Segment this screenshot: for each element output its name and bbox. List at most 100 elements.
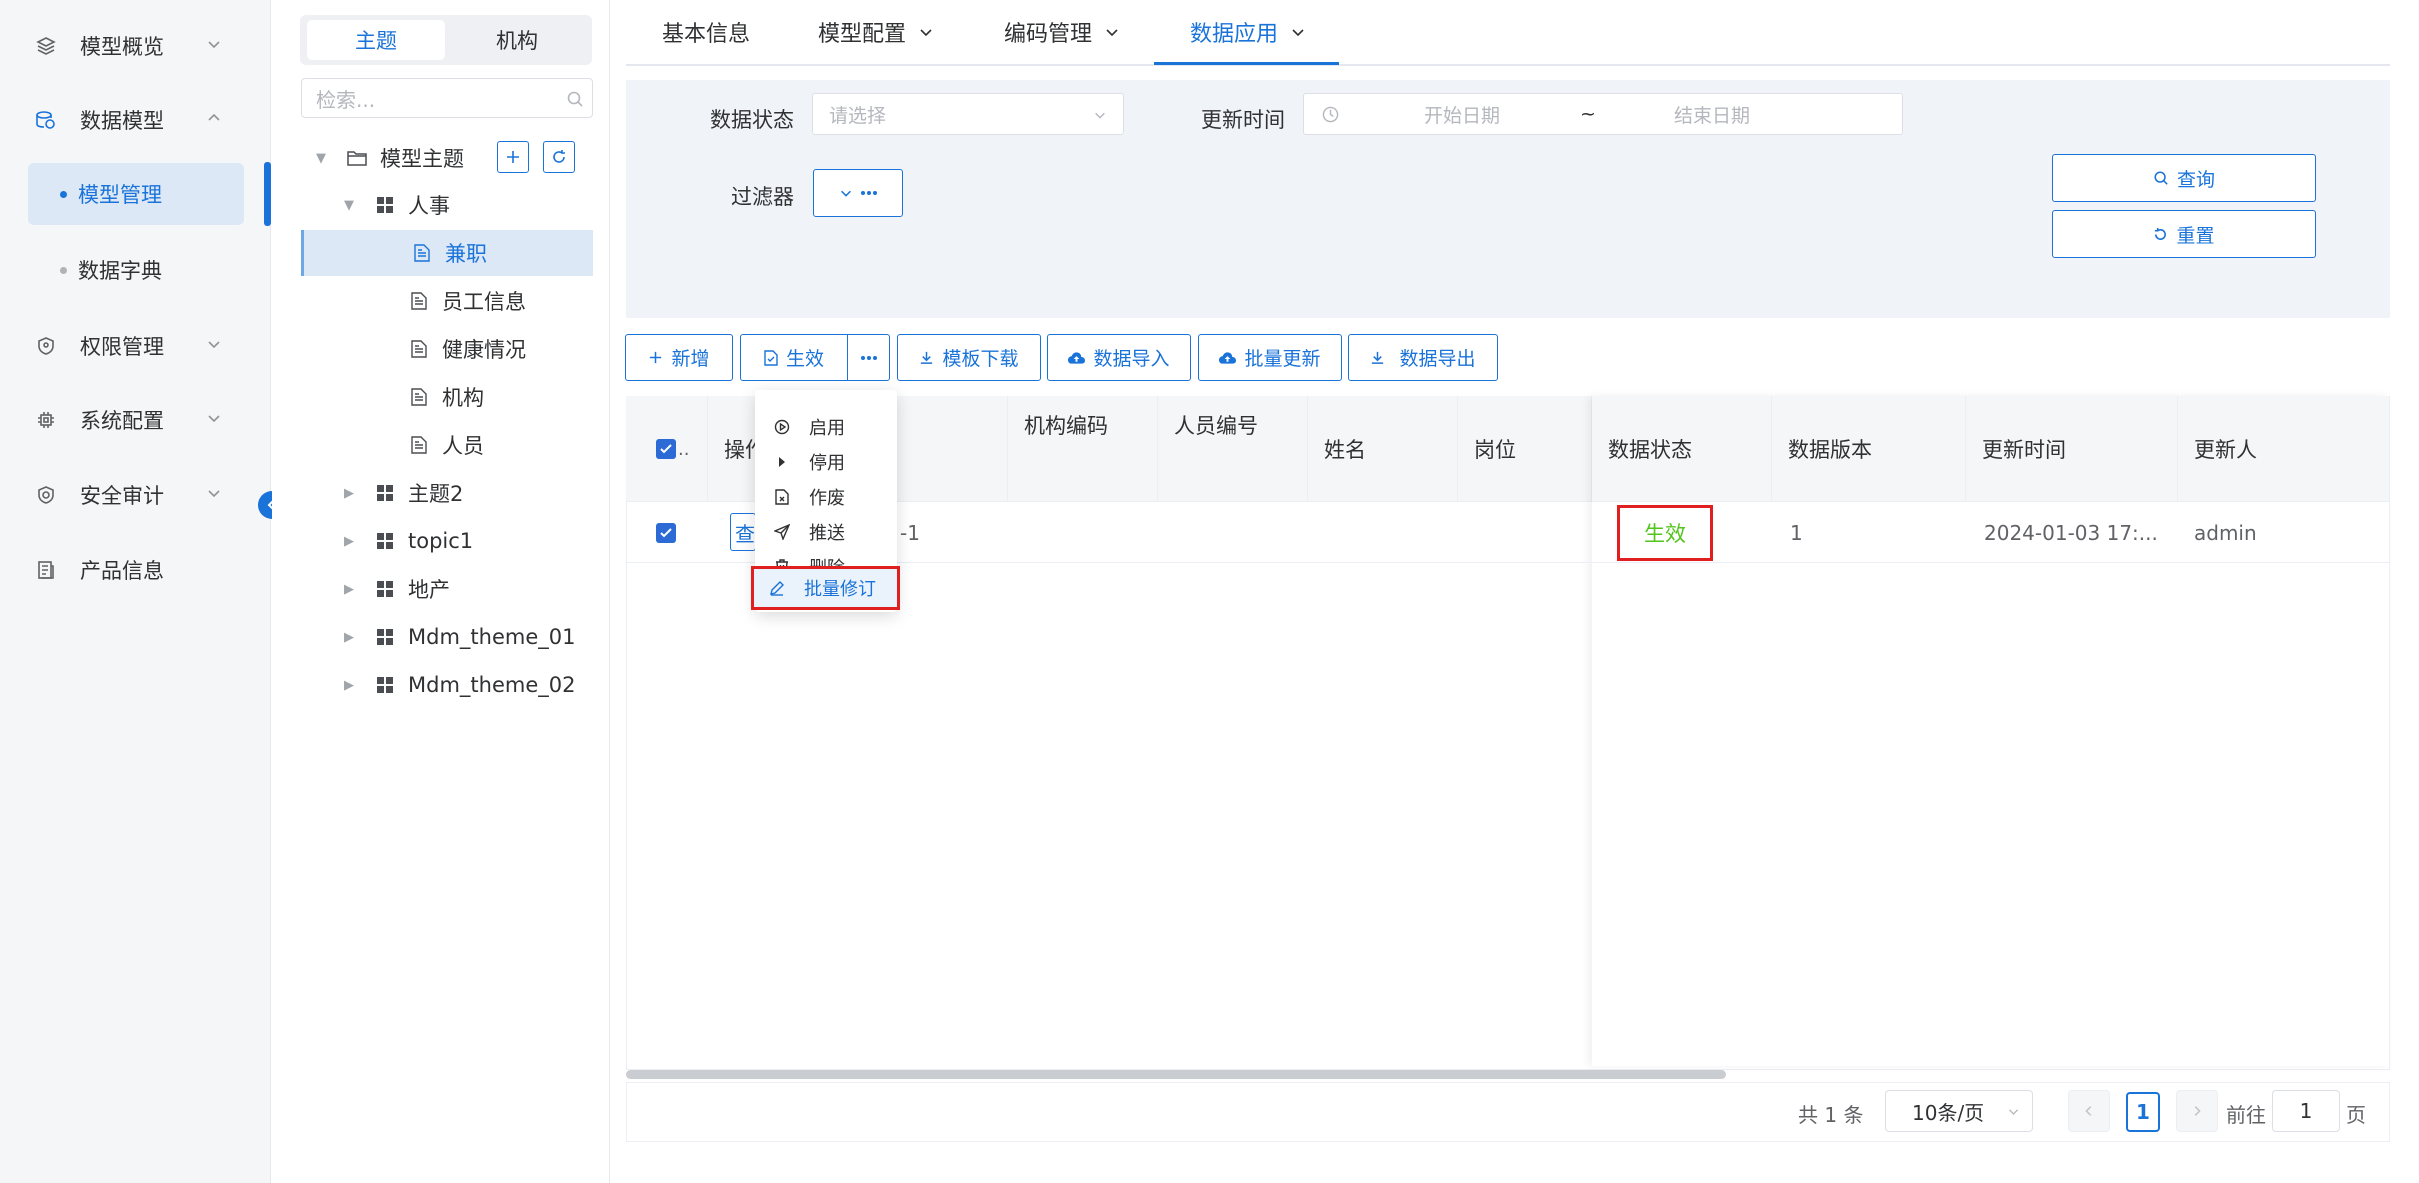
next-page-button[interactable] xyxy=(2176,1090,2218,1132)
activate-button[interactable]: 生效 xyxy=(740,334,848,381)
chevron-up-icon xyxy=(208,113,220,121)
add-button-label: 新增 xyxy=(671,348,710,370)
add-node-button[interactable] xyxy=(497,141,529,173)
cloud-upload-icon xyxy=(1219,351,1237,364)
tree-node-person[interactable]: 人员 xyxy=(408,422,484,468)
goto-page-input[interactable]: 1 xyxy=(2272,1090,2340,1132)
batch-update-label: 批量更新 xyxy=(1244,348,1321,370)
nav-label: 权限管理 xyxy=(80,335,164,359)
sub-item-model-management[interactable]: 模型管理 xyxy=(28,163,244,225)
tree-root[interactable]: ▼ 模型主题 xyxy=(314,135,464,181)
reset-button[interactable]: 重置 xyxy=(2052,210,2316,258)
query-button-label: 查询 xyxy=(2176,168,2215,191)
tree-node-label: 人员 xyxy=(442,434,484,458)
tree-tab-org[interactable]: 机构 xyxy=(448,20,586,60)
date-range-picker[interactable]: 开始日期 ~ 结束日期 xyxy=(1303,93,1903,135)
tree-node-renshi[interactable]: ▼ 人事 xyxy=(342,182,450,228)
tree-node-real-estate[interactable]: ▶ 地产 xyxy=(342,566,450,612)
tree-node-health[interactable]: 健康情况 xyxy=(408,326,526,372)
nav-label: 产品信息 xyxy=(80,559,164,583)
add-button[interactable]: 新增 xyxy=(625,334,733,381)
select-placeholder: 请选择 xyxy=(829,104,887,127)
nav-item-product-info[interactable]: 产品信息 xyxy=(0,540,271,600)
menu-item-batch-revise[interactable]: 批量修订 xyxy=(751,566,900,610)
refresh-icon xyxy=(553,150,565,163)
filter-label: 过滤器 xyxy=(731,185,794,209)
tab-label: 编码管理 xyxy=(1004,22,1093,47)
select-all-checkbox[interactable] xyxy=(656,439,676,459)
status-badge: 生效 xyxy=(1617,505,1713,561)
page-1-button[interactable]: 1 xyxy=(2126,1092,2160,1132)
row-checkbox[interactable] xyxy=(656,523,676,543)
menu-item-push[interactable]: 推送 xyxy=(773,515,845,549)
download-icon xyxy=(921,351,933,364)
nav-item-permission[interactable]: 权限管理 xyxy=(0,316,271,376)
data-export-button[interactable]: 数据导出 xyxy=(1348,334,1498,381)
tree-node-employee-info[interactable]: 员工信息 xyxy=(408,278,526,324)
view-button[interactable]: 查 xyxy=(730,513,756,551)
tree-node-label: 人事 xyxy=(408,194,450,218)
nav-item-model-overview[interactable]: 模型概览 xyxy=(0,16,271,76)
nav-item-system-config[interactable]: 系统配置 xyxy=(0,390,271,450)
page-size-select[interactable]: 10条/页 xyxy=(1885,1090,2033,1132)
page-suffix: 页 xyxy=(2346,1103,2366,1127)
tree-tab-theme[interactable]: 主题 xyxy=(307,20,445,60)
file-icon xyxy=(408,386,430,408)
horizontal-scrollbar[interactable] xyxy=(626,1070,1726,1079)
chevron-down-icon xyxy=(920,29,932,37)
download-icon xyxy=(1372,351,1384,364)
tab-data-application[interactable]: 数据应用 xyxy=(1190,0,1306,64)
chevron-down-icon xyxy=(1095,112,1105,119)
template-download-button[interactable]: 模板下载 xyxy=(897,334,1041,381)
tab-code-management[interactable]: 编码管理 xyxy=(1004,0,1120,64)
file-icon xyxy=(408,290,430,312)
more-actions-button[interactable] xyxy=(847,334,890,381)
tree-node-mdm-theme-01[interactable]: ▶ Mdm_theme_01 xyxy=(342,614,575,660)
chevron-down-icon xyxy=(841,190,851,197)
nav-label: 安全审计 xyxy=(80,484,164,508)
tree-node-org[interactable]: 机构 xyxy=(408,374,484,420)
chevron-down-icon xyxy=(1292,29,1304,37)
shield-eye-icon xyxy=(34,483,58,507)
sub-item-label: 模型管理 xyxy=(78,183,162,207)
nav-item-security-audit[interactable]: 安全审计 xyxy=(0,465,271,525)
batch-update-button[interactable]: 批量更新 xyxy=(1198,334,1342,381)
prev-page-button[interactable] xyxy=(2068,1090,2110,1132)
tree-node-jianzhi[interactable]: 兼职 xyxy=(301,230,593,276)
sub-item-data-dictionary[interactable]: 数据字典 xyxy=(28,239,244,301)
bullet-icon xyxy=(60,190,67,198)
menu-item-void[interactable]: 作废 xyxy=(773,480,845,514)
file-x-icon xyxy=(773,488,791,506)
tree-node-mdm-theme-02[interactable]: ▶ Mdm_theme_02 xyxy=(342,662,575,708)
template-download-label: 模板下载 xyxy=(942,348,1019,370)
data-export-label: 数据导出 xyxy=(1399,348,1476,370)
status-select[interactable]: 请选择 xyxy=(812,93,1124,135)
tab-model-config[interactable]: 模型配置 xyxy=(818,0,934,64)
end-date-input[interactable]: 结束日期 xyxy=(1674,101,1750,128)
menu-item-label: 启用 xyxy=(809,418,845,439)
menu-item-label: 停用 xyxy=(809,453,845,474)
tree-node-theme2[interactable]: ▶ 主题2 xyxy=(342,470,463,516)
send-icon xyxy=(773,523,791,541)
data-import-button[interactable]: 数据导入 xyxy=(1047,334,1191,381)
start-date-input[interactable]: 开始日期 xyxy=(1424,101,1500,128)
query-button[interactable]: 查询 xyxy=(2052,154,2316,202)
file-icon xyxy=(411,242,433,264)
tree-search-input[interactable]: 检索... xyxy=(301,78,593,118)
menu-item-disable[interactable]: 停用 xyxy=(773,445,845,479)
refresh-icon xyxy=(2155,227,2167,240)
tree-node-topic1[interactable]: ▶ topic1 xyxy=(342,518,473,564)
tab-basic-info[interactable]: 基本信息 xyxy=(662,0,750,64)
menu-item-enable[interactable]: 启用 xyxy=(773,410,845,444)
database-icon xyxy=(34,108,58,132)
filter-dropdown-button[interactable] xyxy=(813,169,903,217)
caret-right-icon: ▶ xyxy=(344,677,354,693)
chevron-right-icon xyxy=(2194,1106,2201,1116)
refresh-tree-button[interactable] xyxy=(543,141,575,173)
sidebar: 模型概览 数据模型 模型管理 数据字典 权限管理 系统配置 安全审计 产品信息 xyxy=(0,0,271,1183)
nav-label: 数据模型 xyxy=(80,109,164,133)
chevron-down-icon xyxy=(208,490,220,498)
nav-item-data-model[interactable]: 数据模型 xyxy=(0,90,271,150)
nav-label: 模型概览 xyxy=(80,35,164,59)
grid-icon xyxy=(374,482,396,504)
